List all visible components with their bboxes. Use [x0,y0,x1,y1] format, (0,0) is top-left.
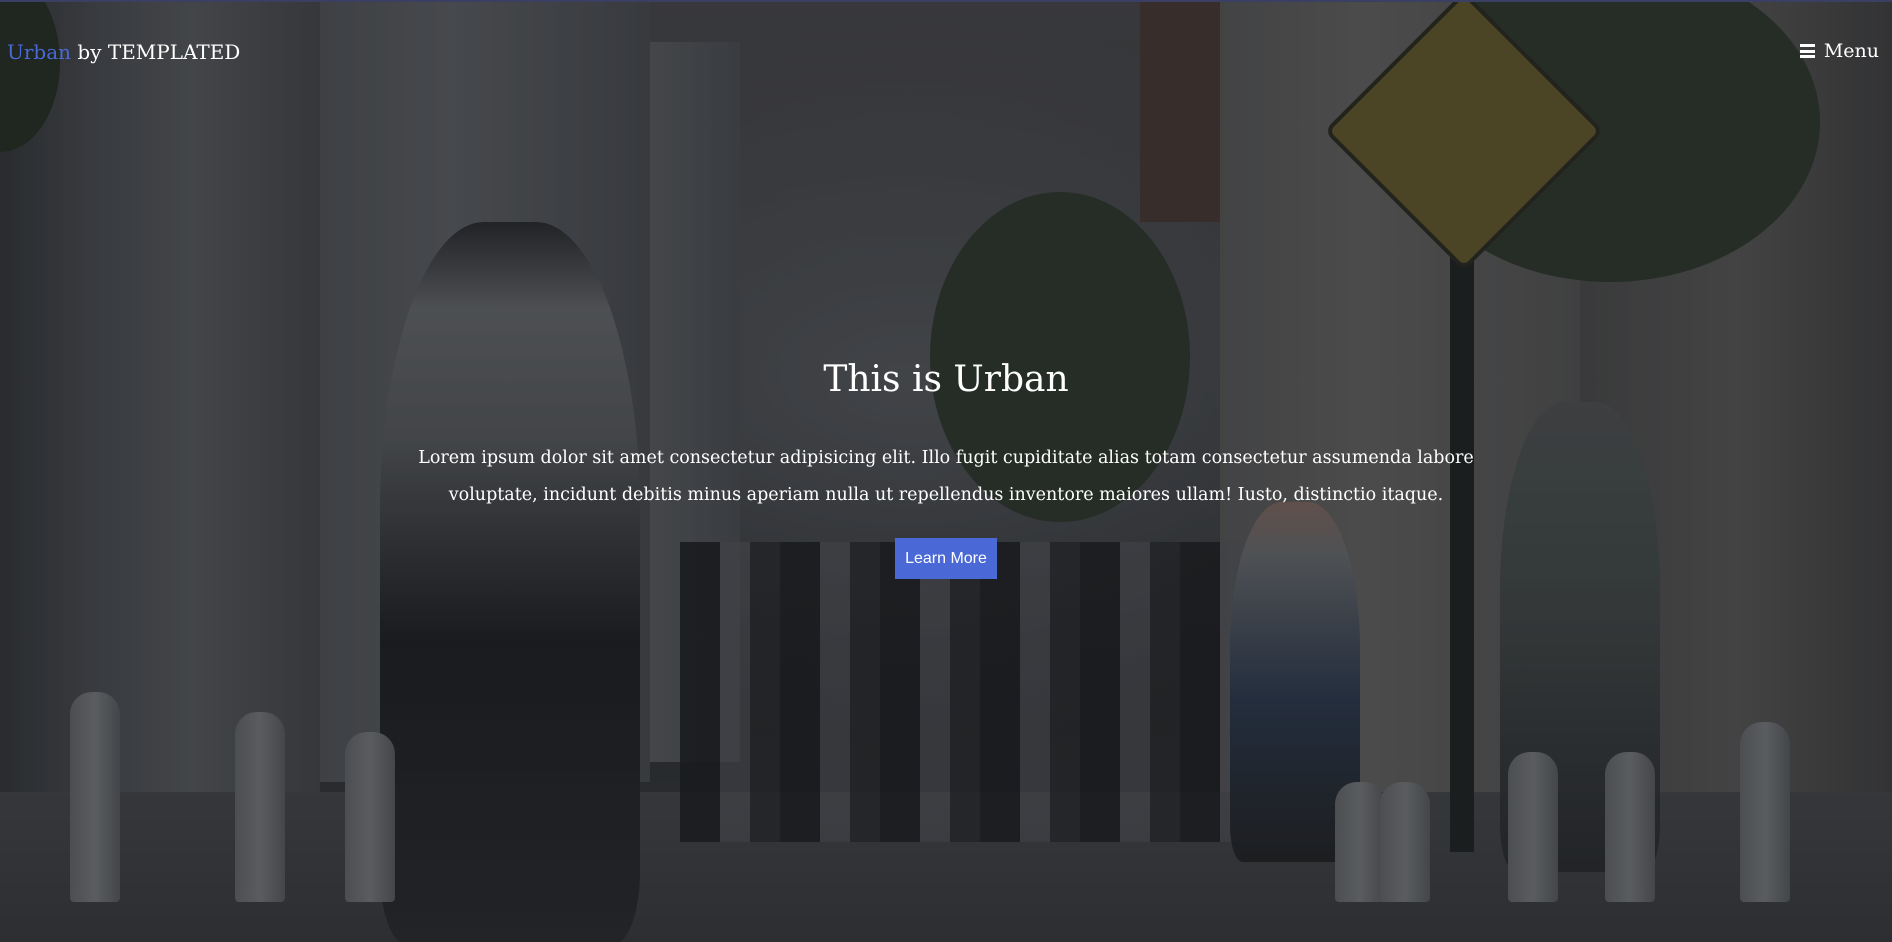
site-header: Urban by TEMPLATED Menu [0,2,1892,106]
logo-brand: Urban [7,40,72,64]
banner-text: Lorem ipsum dolor sit amet consectetur a… [418,448,1474,505]
hamburger-icon [1799,44,1815,58]
learn-more-button[interactable]: Learn More [895,538,997,579]
banner-title: This is Urban [823,359,1069,400]
site-logo[interactable]: Urban by TEMPLATED [7,40,240,64]
banner-content: This is Urban Lorem ipsum dolor sit amet… [0,354,1892,579]
menu-label: Menu [1823,40,1879,62]
hero-banner: Urban by TEMPLATED Menu This is Urban Lo… [0,0,1892,942]
logo-byline: by TEMPLATED [71,40,241,64]
menu-toggle-button[interactable]: Menu [1799,40,1879,62]
